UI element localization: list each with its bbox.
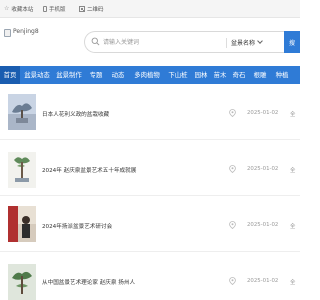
list-item[interactable]: 2024年 赵庆泉盆景艺术五十年成就展 2025-01-02 全 (0, 140, 300, 196)
article-title[interactable]: 2024年 赵庆泉盆景艺术五十年成就展 (42, 166, 136, 174)
chevron-down-icon (257, 38, 263, 44)
nav-item-making[interactable]: 盆景制作 (54, 66, 84, 84)
article-date: 2025-01-02 (247, 166, 279, 172)
search-category-label: 盆景名称 (231, 39, 256, 47)
search-button[interactable]: 搜 (284, 31, 300, 53)
location-icon (229, 165, 236, 173)
nav-item-planting[interactable]: 种植 (273, 66, 291, 84)
search-box: 盆景名称 (84, 31, 300, 53)
article-thumbnail[interactable] (8, 206, 36, 242)
nav-item-seedling[interactable]: 苗木 (211, 66, 229, 84)
nav-item-garden[interactable]: 园林 (192, 66, 210, 84)
article-more[interactable]: 全 (290, 278, 295, 286)
location-icon (229, 277, 236, 285)
nav-item-topic[interactable]: 专题 (86, 66, 106, 84)
top-bar: ☆ 收藏本站 手机版 二维码 (0, 0, 300, 18)
qrcode-label: 二维码 (87, 7, 104, 13)
phone-icon (43, 6, 47, 12)
search-divider (226, 38, 227, 48)
site-header: Penjing8 盆景名称 搜 (0, 18, 300, 66)
nav-item-stone[interactable]: 奇石 (230, 66, 248, 84)
article-more[interactable]: 全 (290, 222, 295, 230)
mobile-label: 手机版 (49, 7, 66, 13)
list-item[interactable]: 从中国盆景艺术理论家 赵庆泉 扬州人 2025-01-02 全 (0, 252, 300, 300)
site-logo[interactable]: Penjing8 (4, 28, 74, 53)
article-more[interactable]: 全 (290, 166, 295, 174)
nav-item-dynamic[interactable]: 动态 (108, 66, 128, 84)
article-title[interactable]: 从中国盆景艺术理论家 赵庆泉 扬州人 (42, 278, 135, 286)
article-thumbnail[interactable] (8, 94, 36, 130)
article-title[interactable]: 2024年扬派盆景艺术研讨会 (42, 222, 112, 230)
qrcode-link[interactable]: 二维码 (79, 2, 104, 16)
broken-image-icon (4, 29, 11, 37)
article-thumbnail[interactable] (8, 264, 36, 300)
list-item[interactable]: 2024年扬派盆景艺术研讨会 2025-01-02 全 (0, 196, 300, 252)
bookmark-link[interactable]: ☆ 收藏本站 (4, 2, 33, 16)
article-list: 日本人花利义政的盆栽收藏 2025-01-02 全 2024年 赵庆泉盆景艺术五… (0, 84, 300, 300)
nav-item-succulent[interactable]: 多肉植物 (130, 66, 164, 84)
article-date: 2025-01-02 (247, 110, 279, 116)
article-date: 2025-01-02 (247, 222, 279, 228)
nav-item-home[interactable]: 首页 (0, 66, 20, 84)
location-icon (229, 109, 236, 117)
article-title[interactable]: 日本人花利义政的盆栽收藏 (42, 110, 109, 118)
nav-item-mountain[interactable]: 下山桩 (165, 66, 191, 84)
list-item[interactable]: 日本人花利义政的盆栽收藏 2025-01-02 全 (0, 84, 300, 140)
mobile-link[interactable]: 手机版 (43, 2, 66, 16)
main-nav: 首页 盆景动态 盆景制作 专题 动态 多肉植物 下山桩 园林 苗木 奇石 根雕 … (0, 66, 300, 84)
article-date: 2025-01-02 (247, 278, 279, 284)
bookmark-label: 收藏本站 (11, 7, 34, 13)
star-icon: ☆ (4, 5, 10, 12)
search-icon (91, 37, 100, 46)
nav-item-root-carving[interactable]: 根雕 (251, 66, 269, 84)
article-thumbnail[interactable] (8, 152, 36, 188)
article-more[interactable]: 全 (290, 110, 295, 118)
logo-alt-text: Penjing8 (13, 28, 39, 35)
nav-item-news[interactable]: 盆景动态 (22, 66, 52, 84)
qrcode-icon (79, 6, 85, 12)
search-input[interactable] (103, 35, 223, 49)
search-category-select[interactable]: 盆景名称 (231, 35, 263, 49)
location-icon (229, 221, 236, 229)
